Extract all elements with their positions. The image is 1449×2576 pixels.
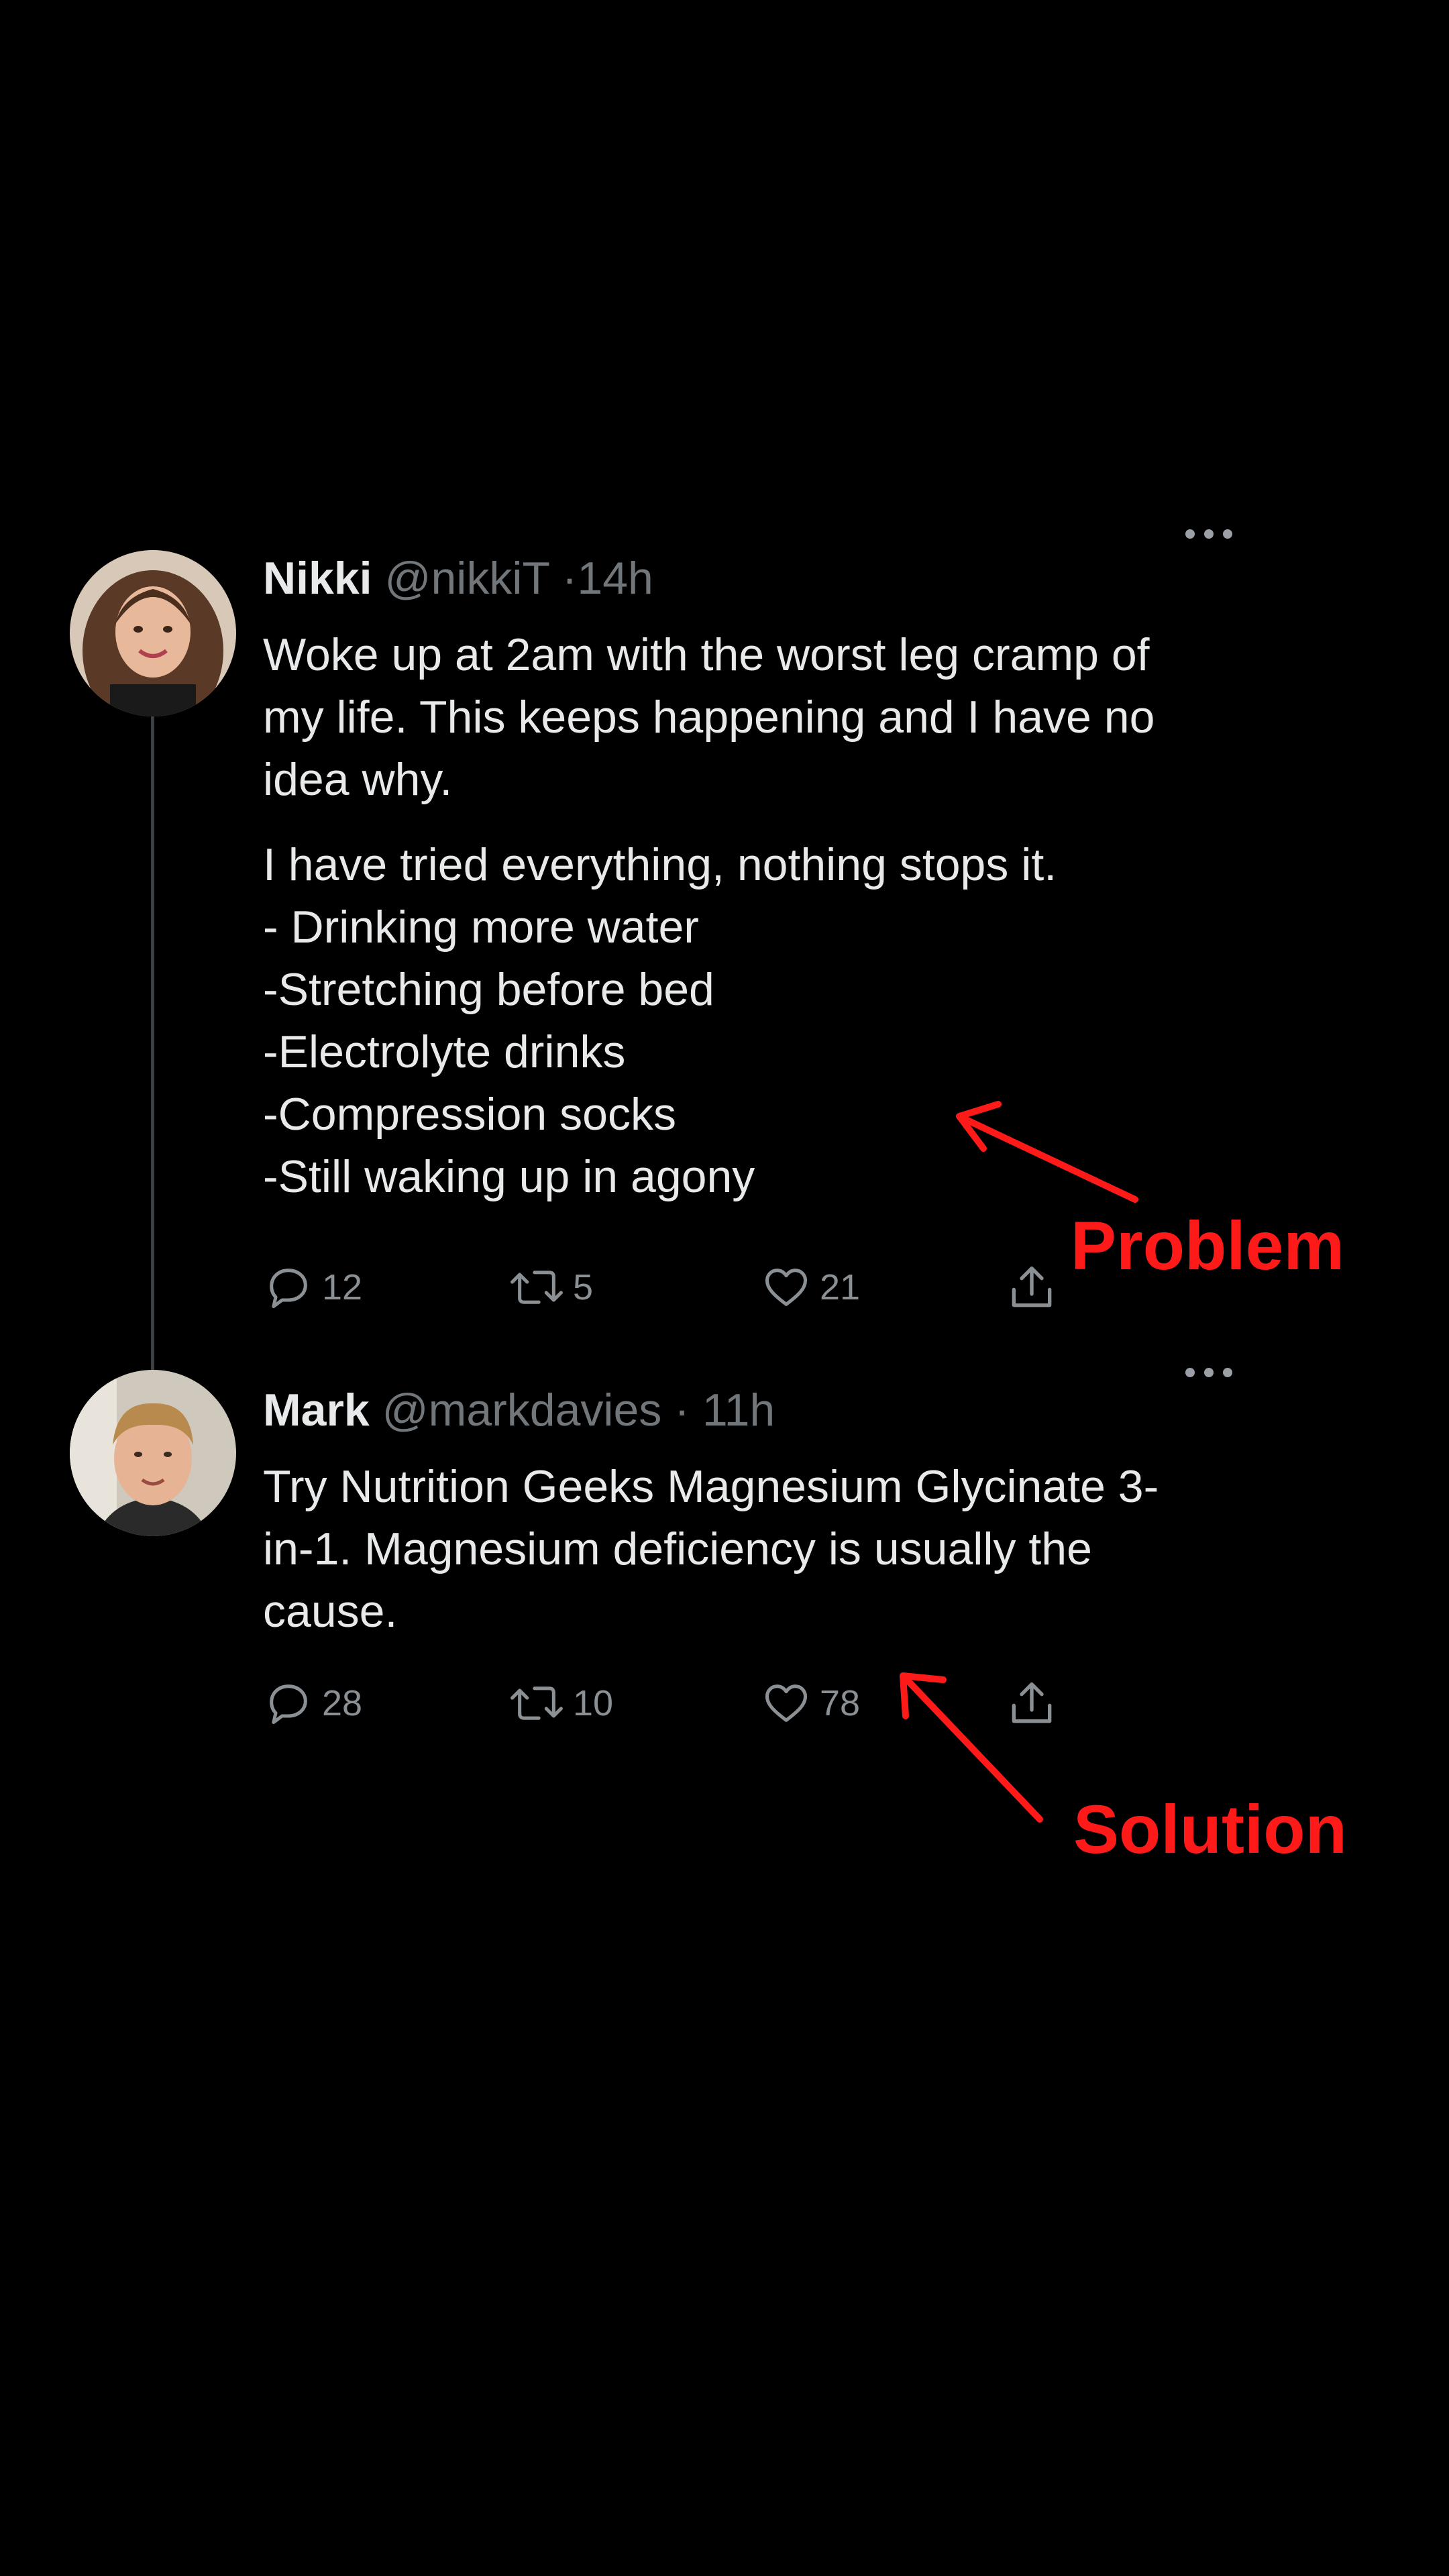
thread-connector-line [151,715,154,1370]
user-handle[interactable]: @nikkiT [384,553,549,604]
avatar[interactable] [70,550,236,716]
tweet-text: Try Nutrition Geeks Magnesium Glycinate … [263,1456,1202,1643]
like-count: 21 [820,1267,861,1307]
retweet-icon [511,1686,563,1720]
tweet-list-line: -Stretching before bed [263,964,714,1015]
share-icon [1012,1267,1052,1307]
user-handle[interactable]: @markdavies [382,1385,662,1436]
display-name[interactable]: Mark [263,1385,370,1436]
avatar-mark-image [70,1370,236,1536]
tweet-list-line: - Drinking more water [263,902,699,953]
more-options-button[interactable] [1182,526,1236,542]
retweet-icon [511,1271,563,1304]
share-button[interactable] [1005,1257,1059,1318]
like-button[interactable]: 21 [761,1257,860,1318]
retweet-count: 5 [573,1267,594,1307]
heart-icon [765,1269,808,1306]
timestamp[interactable]: 11h [702,1385,775,1436]
reply-count: 12 [322,1267,363,1307]
timestamp[interactable]: 14h [577,553,653,604]
reply-icon [270,1684,307,1725]
retweet-button[interactable]: 5 [508,1257,593,1318]
reply-count: 28 [322,1683,363,1723]
avatar[interactable] [70,1370,236,1536]
separator: · [674,1385,690,1436]
problem-arrow [956,1101,1138,1203]
solution-arrow [900,1672,1043,1823]
retweet-button[interactable]: 10 [508,1673,613,1733]
more-options-icon [1185,529,1232,539]
display-name[interactable]: Nikki [263,553,372,604]
retweet-count: 10 [573,1683,614,1723]
more-options-button[interactable] [1182,1364,1236,1381]
reply-button[interactable]: 28 [263,1673,362,1733]
tweet-paragraph: I have tried everything, nothing stops i… [263,839,1057,890]
like-count: 78 [820,1683,861,1723]
tweet-paragraph: Woke up at 2am with the worst leg cramp … [263,629,1155,805]
solution-label: Solution [1073,1791,1347,1868]
reply-icon [270,1269,307,1309]
problem-label: Problem [1071,1208,1345,1284]
tweet-header: Mark @markdavies · 11h [263,1383,775,1437]
reply-button[interactable]: 12 [263,1257,362,1318]
more-options-icon [1185,1368,1232,1377]
avatar-nikki-image [70,550,236,716]
tweet-list-line: -Electrolyte drinks [263,1026,626,1077]
tweet-header: Nikki @nikkiT ·14h [263,551,653,605]
tweet-paragraph: Try Nutrition Geeks Magnesium Glycinate … [263,1461,1159,1637]
separator: · [561,553,578,604]
like-button[interactable]: 78 [761,1673,860,1733]
heart-icon [765,1684,808,1722]
